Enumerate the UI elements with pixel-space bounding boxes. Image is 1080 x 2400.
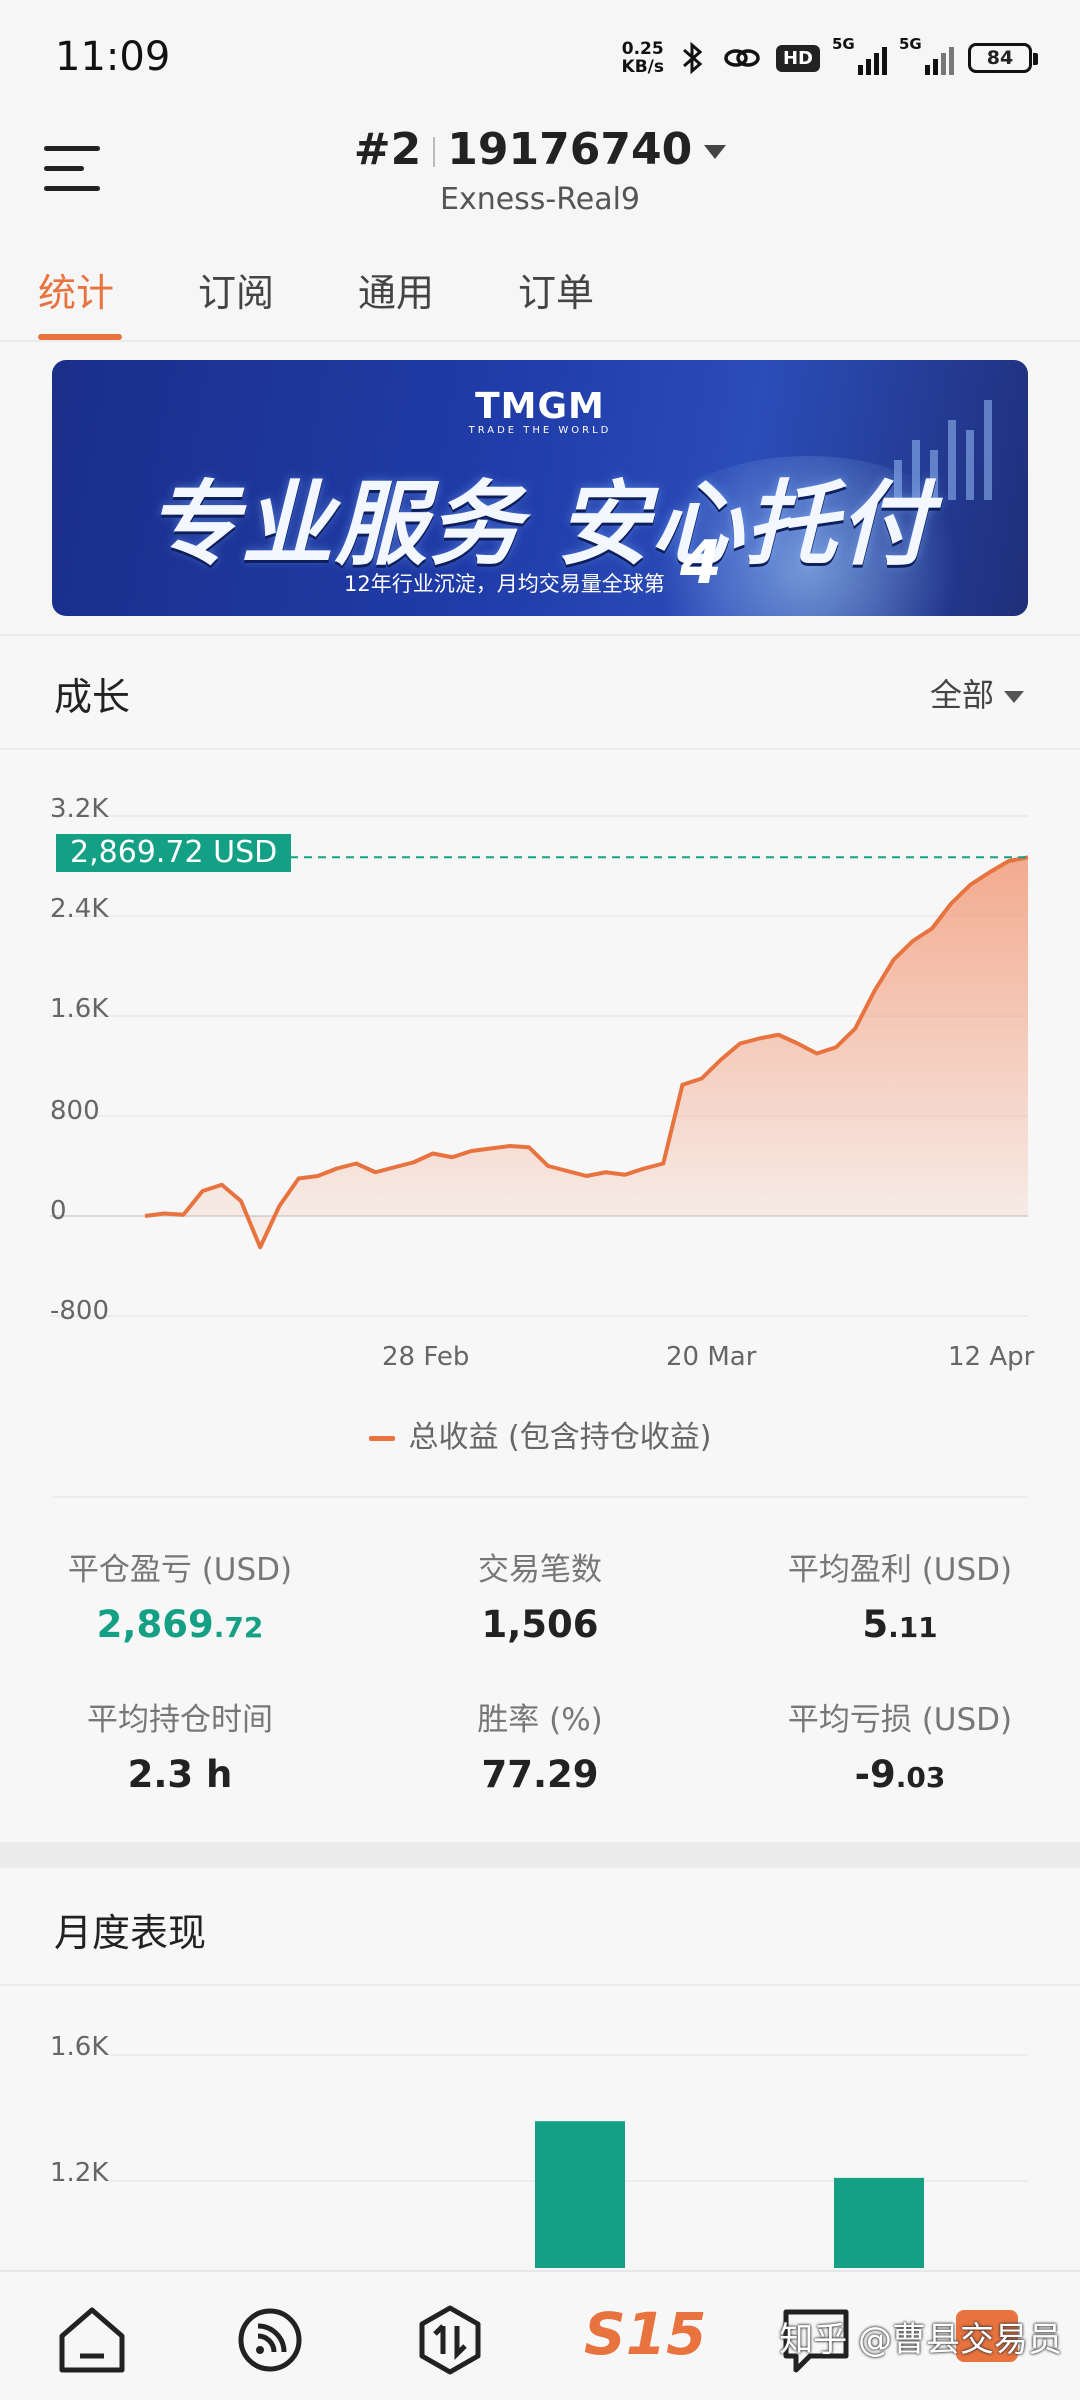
stat-win-rate: 胜率 (%) 77.29 xyxy=(477,1702,603,1796)
banner-slogan: 专业服务 安心托付 xyxy=(146,471,934,578)
server-name: Exness-Real9 xyxy=(439,182,641,217)
monthly-chart xyxy=(110,2054,1028,2268)
account-selector[interactable]: #2 19176740 xyxy=(0,124,1080,175)
monthly-section: 月度表现 1.6K 1.2K xyxy=(0,1866,1080,2268)
promo-banner[interactable]: TMGM TRADE THE WORLD 专业服务 安心托付 12年行业沉淀，月… xyxy=(52,360,1028,616)
y-tick-label: 0 xyxy=(50,1196,67,1226)
chevron-down-icon xyxy=(1004,691,1024,703)
period-filter[interactable]: 全部 xyxy=(930,670,1024,716)
account-index: #2 xyxy=(353,124,422,175)
monthly-title: 月度表现 xyxy=(54,1911,207,1955)
monthly-bar xyxy=(834,2177,924,2268)
monthly-bar xyxy=(535,2121,625,2268)
y-tick-label: 3.2K xyxy=(50,794,109,824)
tab-bar: 统计 订阅 通用 订单 xyxy=(0,250,1080,342)
link-icon xyxy=(724,49,760,67)
banner-subtitle: 12年行业沉淀，月均交易量全球第 xyxy=(344,572,665,596)
account-number: 19176740 xyxy=(447,124,693,175)
feed-icon[interactable] xyxy=(230,2300,310,2380)
bluetooth-icon xyxy=(682,41,703,75)
banner-rank: 4 xyxy=(680,528,722,598)
watermark: 知乎 @曹县交易员 xyxy=(779,2320,1062,2360)
bottom-nav: S15 知乎 @曹县交易员 xyxy=(0,2270,1080,2400)
chart-legend: 总收益 (包含持仓收益) xyxy=(0,1412,1080,1456)
x-tick-label: 12 Apr xyxy=(948,1342,1035,1372)
stat-trade-count: 交易笔数 1,506 xyxy=(478,1552,602,1646)
legend-swatch xyxy=(368,1436,395,1441)
s15-button[interactable]: S15 xyxy=(584,2300,707,2368)
active-tab-indicator xyxy=(38,334,122,340)
growth-section: 成长 全部 3.2K 2.4K 1.6K 800 0 -800 28 Feb 2… xyxy=(0,634,1080,1839)
app-header: #2 19176740 Exness-Real9 xyxy=(0,110,1080,230)
stat-avg-profit: 平均盈利 (USD) 5.11 xyxy=(787,1552,1013,1646)
y-tick-label: 1.6K xyxy=(50,994,109,1024)
tab-orders[interactable]: 订单 xyxy=(518,262,594,317)
status-time: 11:09 xyxy=(55,34,171,80)
x-tick-label: 28 Feb xyxy=(382,1342,470,1372)
banner-logo: TMGM TRADE THE WORLD xyxy=(468,386,612,436)
y-tick-label: 2.4K xyxy=(50,894,109,924)
tab-general[interactable]: 通用 xyxy=(358,262,434,317)
status-bar: 11:09 0.25 KB/s HD 5G 5G 84 xyxy=(0,0,1080,110)
signal-icon: 5G xyxy=(832,35,887,75)
battery-indicator: 84 xyxy=(968,43,1038,73)
stat-closed-pnl: 平仓盈亏 (USD) 2,869.72 xyxy=(67,1552,293,1646)
stat-avg-loss: 平均亏损 (USD) -9.03 xyxy=(787,1702,1013,1796)
stat-avg-hold-time: 平均持仓时间 2.3 h xyxy=(87,1702,273,1796)
signal-icon-2: 5G xyxy=(899,35,954,75)
hd-badge: HD xyxy=(775,44,820,72)
y-tick-label: 800 xyxy=(50,1096,100,1126)
home-icon[interactable] xyxy=(52,2300,132,2380)
tab-subscribe[interactable]: 订阅 xyxy=(198,262,274,317)
network-speed: 0.25 KB/s xyxy=(621,39,664,77)
tab-statistics[interactable]: 统计 xyxy=(38,262,114,317)
status-icons: 0.25 KB/s HD 5G 5G 84 xyxy=(621,35,1038,80)
x-tick-label: 20 Mar xyxy=(666,1342,757,1372)
growth-title: 成长 xyxy=(54,675,131,719)
growth-chart xyxy=(50,815,1029,1317)
y-tick-label: -800 xyxy=(50,1296,110,1326)
current-value-tag: 2,869.72 USD xyxy=(56,834,292,872)
market-icon[interactable] xyxy=(410,2300,490,2380)
chevron-down-icon xyxy=(704,145,727,159)
